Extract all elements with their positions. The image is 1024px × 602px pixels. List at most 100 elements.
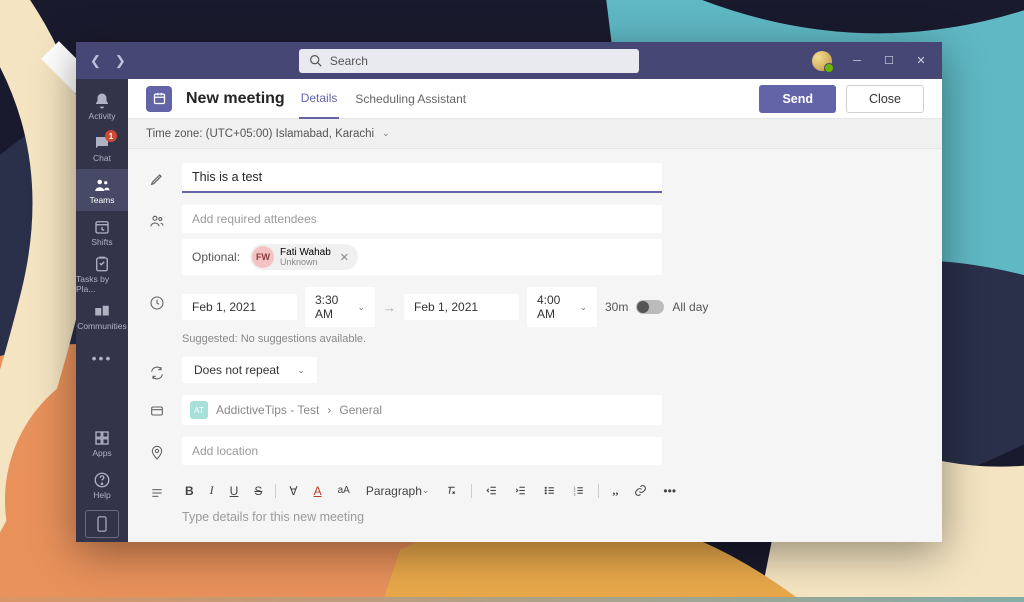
more-format-button[interactable]: ••• [660, 482, 679, 500]
nav-forward-icon[interactable]: ❯ [115, 53, 126, 69]
chevron-right-icon: › [327, 403, 331, 417]
rail-label: Help [93, 490, 110, 500]
location-icon [148, 437, 166, 461]
people-icon [148, 205, 166, 229]
repeat-icon [148, 357, 166, 381]
optional-label: Optional: [192, 250, 240, 264]
tab-details[interactable]: Details [299, 79, 340, 119]
rail-label: Chat [93, 153, 111, 163]
all-day-label: All day [672, 300, 708, 314]
bold-button[interactable]: B [182, 482, 197, 500]
location-input[interactable]: Add location [182, 437, 662, 465]
window-minimize-button[interactable]: ─ [850, 55, 864, 67]
bell-icon [93, 92, 111, 110]
outdent-button[interactable] [482, 482, 501, 499]
page-title: New meeting [186, 90, 285, 108]
nav-back-icon[interactable]: ❮ [90, 53, 101, 69]
paragraph-selector[interactable]: Paragraph ⌄ [363, 482, 433, 500]
rail-communities[interactable]: Communities [76, 295, 128, 337]
duration-label: 30m [605, 300, 628, 314]
description-icon [148, 477, 166, 501]
timezone-selector[interactable]: Time zone: (UTC+05:00) Islamabad, Karach… [128, 119, 942, 149]
chip-remove-icon[interactable]: ✕ [337, 251, 352, 264]
rail-teams[interactable]: Teams [76, 169, 128, 211]
rail-device-button[interactable] [85, 510, 119, 538]
rail-more[interactable]: ••• [76, 337, 128, 379]
end-time-input[interactable]: 4:00 AM⌄ [527, 287, 597, 327]
left-rail: Activity 1 Chat Teams Shifts Tasks by Pl… [76, 79, 128, 542]
channel-team-label: AddictiveTips - Test [216, 403, 319, 417]
more-icon: ••• [93, 349, 111, 367]
pencil-icon [148, 163, 166, 187]
attendee-chip[interactable]: FW Fati Wahab Unknown ✕ [250, 244, 358, 270]
font-size-button[interactable]: aA [335, 483, 353, 498]
channel-selector[interactable]: AT AddictiveTips - Test › General [182, 395, 662, 425]
window-maximize-button[interactable]: ☐ [882, 54, 896, 67]
required-attendees-input[interactable]: Add required attendees [182, 205, 662, 233]
chevron-down-icon: ⌄ [297, 365, 305, 376]
send-button[interactable]: Send [759, 85, 836, 113]
end-date-input[interactable]: Feb 1, 2021 [404, 294, 519, 320]
search-input[interactable]: Search [299, 49, 639, 73]
number-list-button[interactable]: 123 [569, 482, 588, 499]
page-header: New meeting Details Scheduling Assistant… [128, 79, 942, 119]
link-button[interactable] [631, 482, 650, 499]
shifts-icon [93, 218, 111, 236]
communities-icon [93, 302, 111, 320]
content-area: New meeting Details Scheduling Assistant… [128, 79, 942, 542]
rail-activity[interactable]: Activity [76, 85, 128, 127]
quote-button[interactable]: ,, [609, 481, 621, 500]
italic-button[interactable]: I [207, 481, 217, 500]
start-date-input[interactable]: Feb 1, 2021 [182, 294, 297, 320]
rail-label: Activity [89, 111, 116, 121]
avatar[interactable] [812, 51, 832, 71]
timezone-label: Time zone: (UTC+05:00) Islamabad, Karach… [146, 128, 374, 140]
chevron-down-icon: ⌄ [357, 302, 365, 313]
repeat-selector[interactable]: Does not repeat⌄ [182, 357, 317, 383]
help-icon [93, 471, 111, 489]
start-time-input[interactable]: 3:30 AM⌄ [305, 287, 375, 327]
all-day-toggle[interactable] [636, 300, 664, 314]
rail-label: Apps [92, 448, 111, 458]
highlight-button[interactable]: ∀ [286, 482, 300, 500]
clock-icon [148, 287, 166, 311]
rail-tasks[interactable]: Tasks by Pla... [76, 253, 128, 295]
separator [275, 484, 276, 498]
separator [471, 484, 472, 498]
window-close-button[interactable]: ✕ [914, 54, 928, 67]
font-color-button[interactable]: A [311, 482, 325, 500]
svg-text:3: 3 [574, 492, 576, 496]
chip-text: Fati Wahab Unknown [280, 247, 331, 268]
rail-help[interactable]: Help [76, 464, 128, 506]
details-textarea[interactable]: Type details for this new meeting [182, 504, 922, 530]
tasks-icon [93, 255, 111, 273]
arrow-right-icon: → [383, 300, 396, 315]
calendar-icon [146, 86, 172, 112]
separator [598, 484, 599, 498]
apps-icon [93, 429, 111, 447]
rail-chat[interactable]: 1 Chat [76, 127, 128, 169]
channel-icon [148, 395, 166, 419]
underline-button[interactable]: U [227, 482, 242, 500]
bullet-list-button[interactable] [540, 482, 559, 499]
rail-apps[interactable]: Apps [76, 422, 128, 464]
app-window: ❮ ❯ Search ─ ☐ ✕ Activity 1 Chat [76, 42, 942, 542]
close-button[interactable]: Close [846, 85, 924, 113]
tab-scheduling-assistant[interactable]: Scheduling Assistant [353, 80, 468, 118]
strike-button[interactable]: S [251, 482, 265, 500]
rail-label: Communities [77, 321, 127, 331]
clear-format-button[interactable] [442, 482, 461, 499]
suggested-times: Suggested: No suggestions available. [182, 333, 922, 345]
chevron-down-icon: ⌄ [382, 128, 390, 139]
titlebar: ❮ ❯ Search ─ ☐ ✕ [76, 42, 942, 79]
optional-attendees-input[interactable]: Optional: FW Fati Wahab Unknown ✕ [182, 239, 662, 275]
chip-avatar: FW [252, 246, 274, 268]
indent-button[interactable] [511, 482, 530, 499]
rail-shifts[interactable]: Shifts [76, 211, 128, 253]
chevron-down-icon: ⌄ [579, 302, 587, 313]
chat-badge: 1 [105, 130, 117, 142]
rail-label: Teams [89, 195, 114, 205]
channel-name-label: General [339, 403, 382, 417]
rail-label: Shifts [91, 237, 112, 247]
meeting-title-input[interactable] [182, 163, 662, 193]
